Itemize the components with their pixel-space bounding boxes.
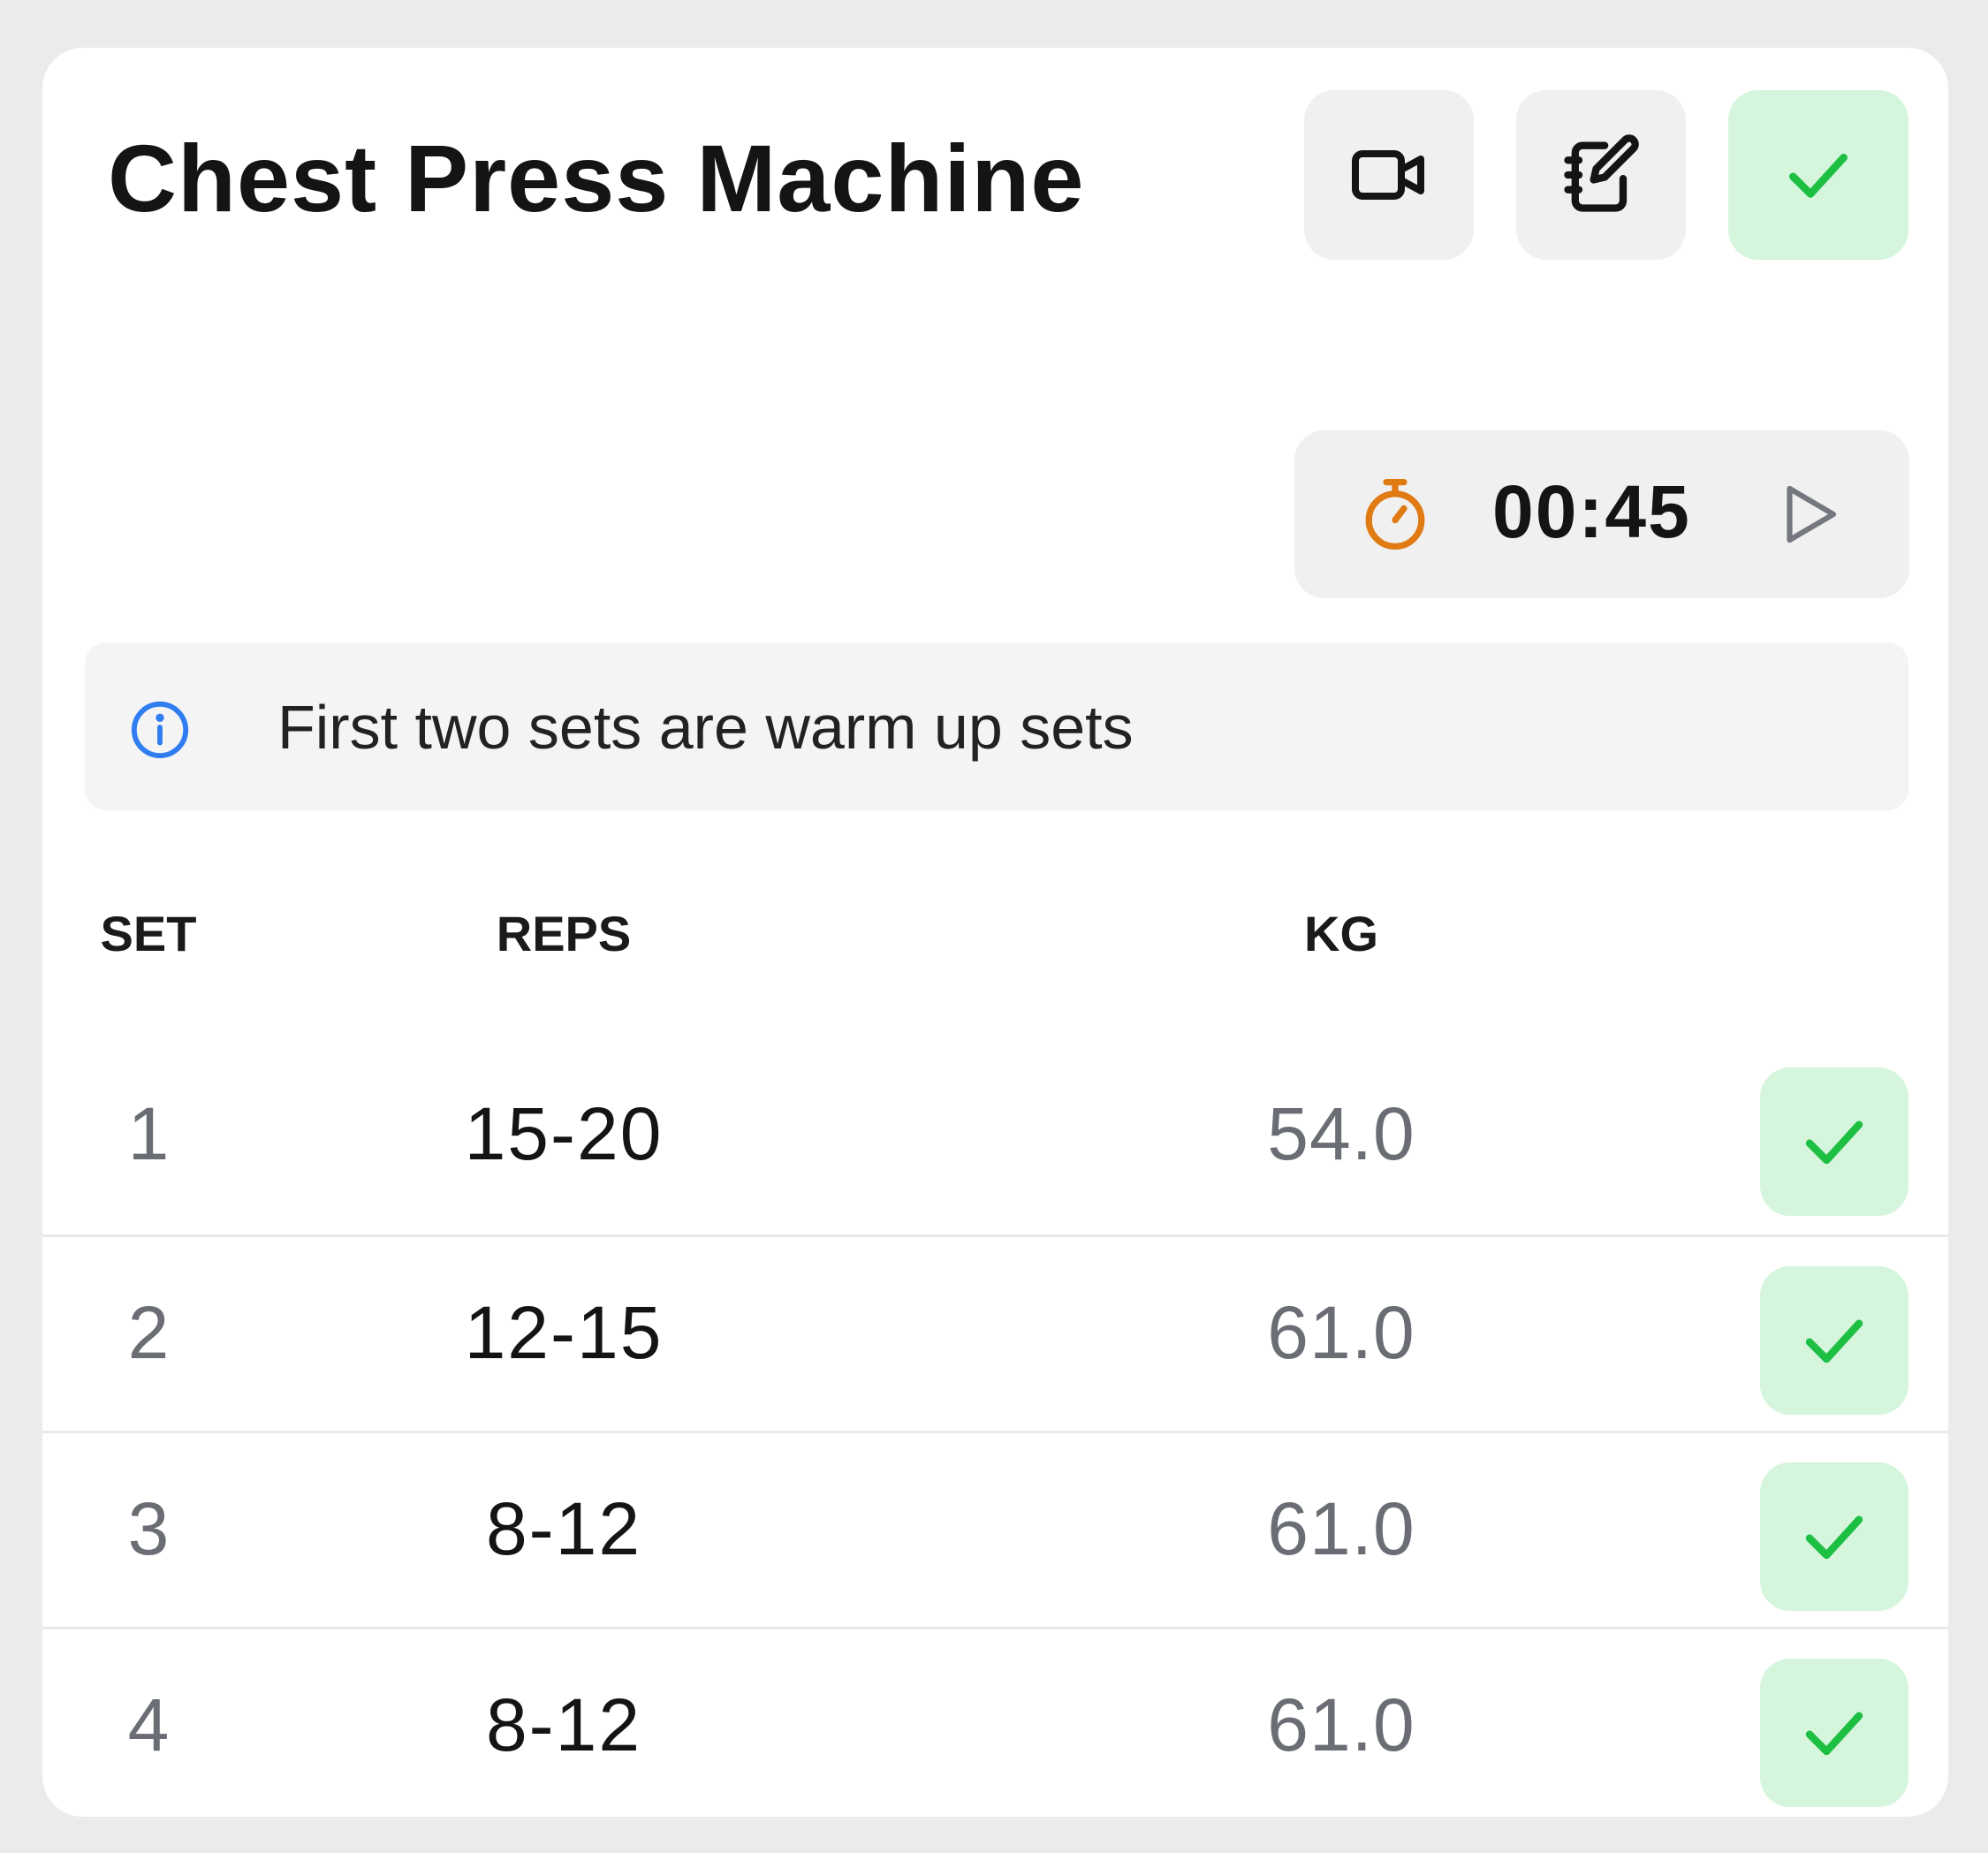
set-complete-button[interactable] (1760, 1659, 1908, 1807)
video-button[interactable] (1304, 90, 1474, 260)
set-number: 3 (127, 1487, 170, 1570)
note-text: First two sets are warm up sets (277, 693, 1134, 762)
exercise-title: Chest Press Machine (108, 125, 1085, 232)
reps-value[interactable]: 8-12 (431, 1681, 696, 1769)
checkmark-icon (1805, 1120, 1863, 1165)
notes-button[interactable] (1516, 90, 1686, 260)
checkmark-icon (1805, 1515, 1863, 1560)
weight-value[interactable]: 61.0 (1209, 1288, 1474, 1377)
checkmark-icon (1789, 153, 1848, 198)
column-header-kg: KG (1304, 906, 1378, 961)
table-row: 3 8-12 61.0 (42, 1431, 1948, 1629)
rest-timer: 00:45 (1294, 430, 1909, 598)
stopwatch-icon (1365, 478, 1425, 551)
set-complete-button[interactable] (1760, 1266, 1908, 1415)
column-header-set: SET (100, 906, 197, 961)
exercise-card: Chest Press Machine 00:45 First two sets… (42, 48, 1948, 1817)
weight-value[interactable]: 61.0 (1209, 1681, 1474, 1769)
set-number: 1 (127, 1092, 170, 1175)
set-complete-button[interactable] (1760, 1067, 1908, 1216)
weight-value[interactable]: 61.0 (1209, 1485, 1474, 1573)
checkmark-icon (1805, 1712, 1863, 1756)
timer-value: 00:45 (1492, 470, 1691, 553)
reps-value[interactable]: 8-12 (431, 1485, 696, 1573)
notebook-edit-icon (1564, 134, 1639, 212)
set-number: 2 (127, 1291, 170, 1374)
table-row: 4 8-12 61.0 (42, 1627, 1948, 1817)
reps-value[interactable]: 12-15 (431, 1288, 696, 1377)
weight-value[interactable]: 54.0 (1209, 1090, 1474, 1178)
column-header-reps: REPS (496, 906, 632, 961)
table-row: 1 15-20 54.0 (42, 1038, 1948, 1234)
reps-value[interactable]: 15-20 (431, 1090, 696, 1178)
info-icon (131, 701, 189, 759)
checkmark-icon (1805, 1319, 1863, 1363)
play-icon[interactable] (1772, 478, 1844, 551)
video-camera-icon (1352, 150, 1424, 200)
set-number: 4 (127, 1683, 170, 1766)
set-complete-button[interactable] (1760, 1462, 1908, 1611)
complete-exercise-button[interactable] (1728, 90, 1908, 260)
table-row: 2 12-15 61.0 (42, 1234, 1948, 1433)
exercise-note: First two sets are warm up sets (85, 642, 1908, 810)
